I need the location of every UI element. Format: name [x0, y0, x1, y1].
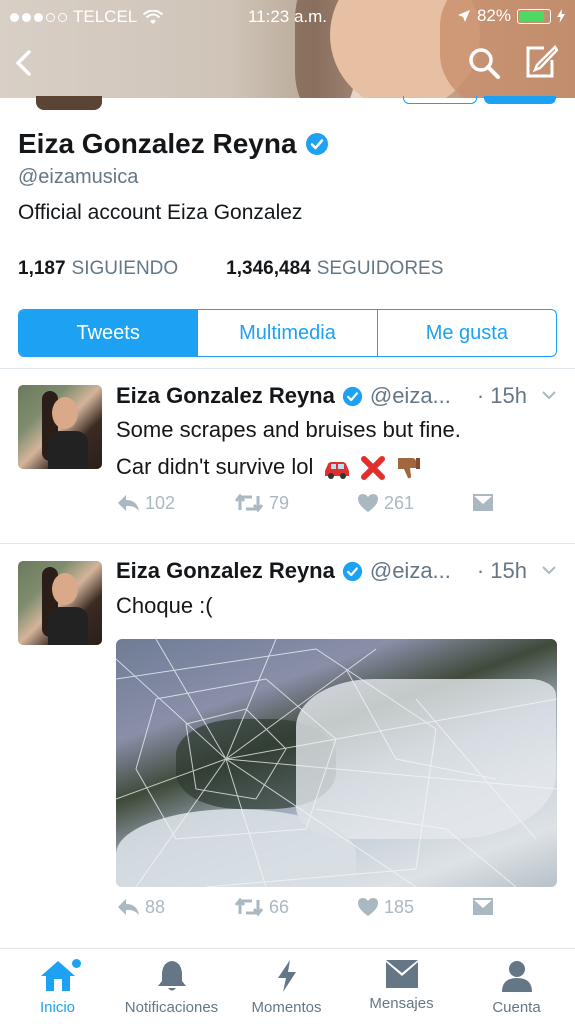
tweet-text: Choque :(	[116, 593, 213, 618]
profile-name: Eiza Gonzalez Reyna	[18, 128, 297, 159]
like-count: 185	[384, 896, 415, 917]
following-stat[interactable]: 1,187 SIGUIENDO	[18, 258, 178, 280]
tab-label: Inicio	[39, 999, 76, 1016]
retweet-button[interactable]: 79	[234, 493, 289, 514]
reply-button[interactable]: 88	[116, 897, 165, 918]
heart-icon	[358, 898, 378, 916]
tweet-header: Eiza Gonzalez Reyna @eiza... · 15h	[116, 558, 561, 584]
direct-message-button[interactable]	[472, 494, 494, 512]
home-icon	[40, 961, 75, 991]
chevron-down-icon[interactable]	[541, 562, 557, 578]
heart-icon	[358, 494, 378, 512]
tweet-author-name: Eiza Gonzalez Reyna	[116, 558, 335, 583]
profile-stats: 1,187 SIGUIENDO 1,346,484 SEGUIDORES	[18, 258, 443, 280]
chevron-left-icon	[16, 50, 31, 76]
verified-badge-icon	[342, 561, 362, 581]
tab-home[interactable]: Inicio	[0, 959, 115, 1016]
reply-count: 102	[145, 492, 176, 513]
envelope-icon	[473, 494, 493, 511]
tweet-avatar[interactable]	[18, 385, 102, 469]
battery-percent: 82%	[476, 6, 511, 25]
tweet-author-handle: @eiza...	[369, 383, 451, 408]
tweet-avatar[interactable]	[18, 561, 102, 645]
search-icon	[469, 48, 500, 79]
like-count: 261	[384, 492, 415, 513]
bottom-tab-bar: Inicio Notificaciones Momentos Mensajes …	[0, 948, 575, 1024]
followers-count: 1,346,484	[226, 258, 311, 279]
tweet-author-handle: @eiza...	[369, 558, 451, 583]
retweet-icon	[234, 493, 264, 513]
tab-label: Momentos	[251, 999, 322, 1016]
followers-label: SEGUIDORES	[316, 258, 444, 279]
notifications-toggle-button[interactable]	[403, 96, 477, 104]
compose-button[interactable]	[522, 44, 559, 80]
tab-label: Mensajes	[369, 995, 434, 1012]
tab-label: Notificaciones	[124, 999, 219, 1016]
cross-mark-emoji-icon	[360, 456, 385, 481]
like-button[interactable]: 185	[357, 897, 414, 918]
tweet-header: Eiza Gonzalez Reyna @eiza... · 15h	[116, 383, 561, 409]
profile-handle: @eizamusica	[18, 166, 139, 188]
direct-message-button[interactable]	[472, 898, 494, 916]
profile-bio: Official account Eiza Gonzalez	[18, 201, 303, 224]
tweet-text-line: Some scrapes and bruises but fine.	[116, 417, 461, 442]
reply-icon	[118, 495, 139, 511]
like-button[interactable]: 261	[357, 493, 414, 514]
followers-stat[interactable]: 1,346,484 SEGUIDORES	[226, 258, 443, 280]
envelope-icon	[473, 898, 493, 915]
retweet-count: 66	[269, 896, 290, 917]
reply-icon	[118, 899, 139, 915]
verified-badge-icon	[305, 133, 328, 155]
tweet-text-line: Car didn't survive lol	[116, 454, 314, 479]
location-arrow-icon	[457, 10, 470, 22]
tab-multimedia[interactable]: Multimedia	[197, 310, 376, 356]
profile-name-row: Eiza Gonzalez Reyna	[18, 128, 329, 160]
tweet-timestamp: · 15h	[476, 558, 527, 583]
status-bar: TELCEL 11:23 a.m. 82%	[0, 0, 575, 34]
tweet-timestamp: · 15h	[476, 383, 527, 408]
back-button[interactable]	[10, 48, 40, 78]
tweet-text-line-2: Car didn't survive lol	[116, 448, 561, 485]
lightning-icon	[277, 960, 296, 992]
tab-label: Cuenta	[492, 999, 541, 1016]
person-icon	[501, 961, 532, 992]
divider	[0, 543, 575, 544]
verified-badge-icon	[342, 386, 362, 406]
retweet-icon	[234, 897, 264, 917]
reply-button[interactable]: 102	[116, 493, 175, 514]
compose-icon	[526, 45, 559, 78]
thumbs-down-emoji-icon	[397, 458, 420, 479]
profile-tabs: Tweets Multimedia Me gusta	[18, 309, 557, 357]
tab-messages[interactable]: Mensajes	[344, 959, 459, 1012]
envelope-icon	[385, 960, 418, 988]
charging-icon	[557, 9, 565, 23]
following-count: 1,187	[18, 258, 66, 279]
tab-notifications[interactable]: Notificaciones	[114, 959, 229, 1016]
divider	[0, 368, 575, 369]
tweet-media-image[interactable]	[116, 639, 557, 887]
following-label: SIGUIENDO	[71, 258, 179, 279]
cracked-glass-overlay	[116, 639, 557, 887]
following-button[interactable]	[484, 96, 556, 104]
tab-likes[interactable]: Me gusta	[376, 310, 556, 356]
battery-icon	[517, 8, 551, 24]
retweet-button[interactable]: 66	[234, 897, 289, 918]
retweet-count: 79	[269, 492, 290, 513]
car-emoji-icon	[324, 462, 349, 480]
tweet-author-name: Eiza Gonzalez Reyna	[116, 383, 335, 408]
bell-icon	[157, 961, 186, 991]
tab-account[interactable]: Cuenta	[459, 959, 574, 1016]
tab-tweets[interactable]: Tweets	[19, 310, 198, 356]
tab-moments[interactable]: Momentos	[229, 959, 344, 1016]
reply-count: 88	[145, 896, 166, 917]
profile-avatar[interactable]	[36, 96, 102, 110]
new-content-dot	[72, 959, 81, 968]
search-button[interactable]	[467, 46, 501, 80]
tweet-text: Some scrapes and bruises but fine. Car d…	[116, 411, 561, 485]
chevron-down-icon[interactable]	[541, 387, 557, 403]
